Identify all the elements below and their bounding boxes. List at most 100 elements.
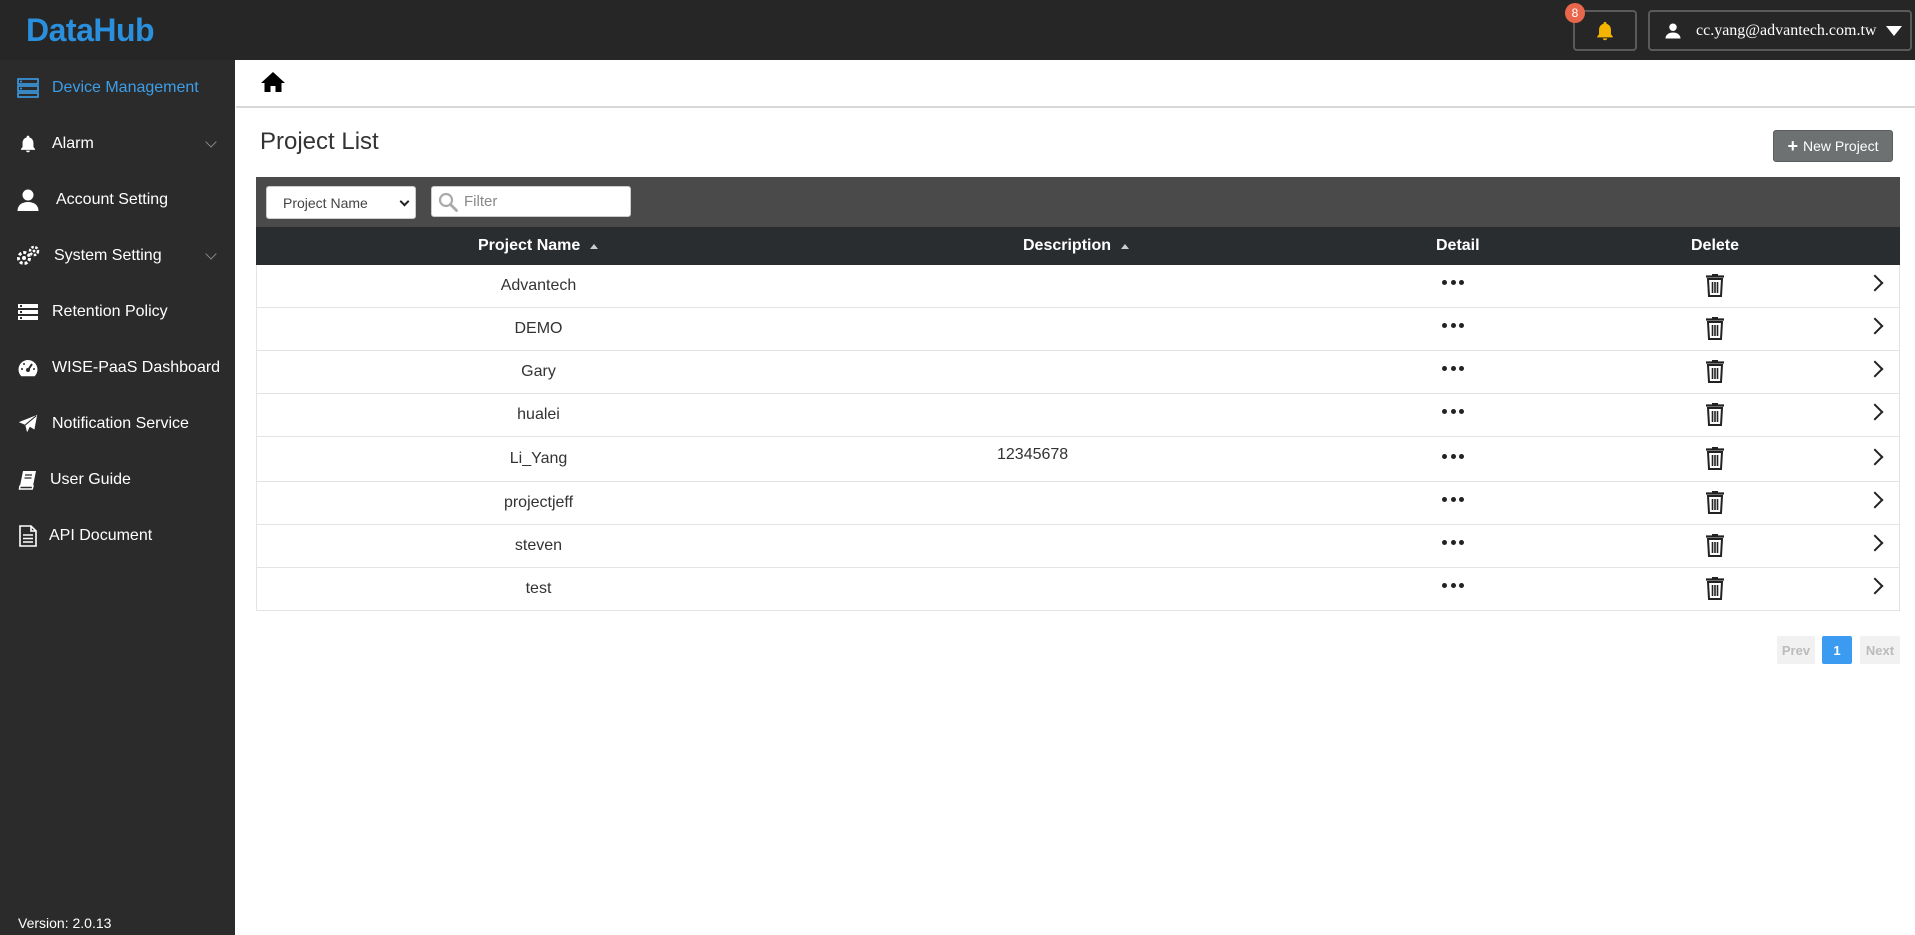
filter-field-value: Project Name (283, 194, 368, 211)
chevron-right-icon[interactable] (1866, 534, 1884, 552)
project-name-cell: Li_Yang (509, 450, 568, 467)
table-header: Project Name Description Detail Delete (256, 227, 1900, 265)
more-icon[interactable] (1442, 580, 1464, 590)
filter-input[interactable] (464, 193, 624, 210)
column-header-label: Description (1023, 237, 1112, 254)
user-icon (16, 188, 40, 212)
sidebar: Device Management Alarm Account Setting … (0, 60, 235, 935)
sidebar-item-system-setting[interactable]: System Setting (0, 228, 235, 284)
column-header-project-name[interactable]: Project Name (478, 237, 599, 255)
sidebar-item-alarm[interactable]: Alarm (0, 116, 235, 172)
column-header-delete: Delete (1691, 237, 1739, 255)
page-title: Project List (260, 128, 379, 155)
bell-icon (16, 132, 40, 156)
table-row[interactable]: hualei (256, 394, 1900, 437)
project-name-cell: steven (514, 537, 563, 554)
more-icon[interactable] (1442, 363, 1464, 373)
plus-icon: + (1787, 136, 1799, 156)
chevron-right-icon[interactable] (1866, 274, 1884, 292)
sidebar-item-label: Account Setting (56, 191, 169, 208)
chevron-down-icon (399, 196, 410, 207)
table-row[interactable]: DEMO (256, 308, 1900, 351)
sidebar-item-label: Device Management (52, 79, 199, 96)
table-row[interactable]: Gary (256, 351, 1900, 394)
sidebar-item-label: Notification Service (52, 415, 189, 432)
search-icon (438, 192, 458, 212)
column-header-description[interactable]: Description (1023, 237, 1130, 255)
table-row[interactable]: Li_Yang 12345678 (256, 437, 1900, 482)
chevron-right-icon[interactable] (1866, 403, 1884, 421)
pagination-prev-button[interactable]: Prev (1777, 636, 1815, 664)
new-project-button[interactable]: + New Project (1773, 130, 1893, 162)
trash-icon[interactable] (1705, 576, 1725, 605)
caret-down-icon (1886, 26, 1902, 36)
user-menu-button[interactable]: cc.yang@advantech.com.tw (1648, 10, 1912, 51)
breadcrumb (236, 60, 1915, 108)
sidebar-item-account-setting[interactable]: Account Setting (0, 172, 235, 228)
paper-plane-icon (16, 412, 40, 436)
sidebar-item-device-management[interactable]: Device Management (0, 60, 235, 116)
table-row[interactable]: projectjeff (256, 482, 1900, 525)
project-name-cell: hualei (517, 406, 560, 423)
table-row[interactable]: Advantech (256, 265, 1900, 308)
pagination-next-button[interactable]: Next (1860, 636, 1900, 664)
notification-count-badge: 8 (1565, 3, 1585, 23)
app-logo[interactable]: DataHub (26, 12, 155, 49)
sidebar-item-user-guide[interactable]: User Guide (0, 452, 235, 508)
sidebar-item-api-document[interactable]: API Document (0, 508, 235, 564)
version-label: Version: 2.0.13 (18, 915, 112, 931)
project-name-cell: Gary (521, 363, 556, 380)
sidebar-item-retention-policy[interactable]: Retention Policy (0, 284, 235, 340)
project-name-cell: Advantech (500, 277, 577, 294)
trash-icon[interactable] (1705, 402, 1725, 431)
chevron-down-icon (205, 248, 217, 260)
chevron-right-icon[interactable] (1866, 577, 1884, 595)
table-body: Advantech DEMO Gary hualei Li_Yang 12345… (256, 265, 1900, 611)
trash-icon[interactable] (1705, 490, 1725, 519)
more-icon[interactable] (1442, 494, 1464, 504)
sidebar-item-wise-paas-dashboard[interactable]: WISE-PaaS Dashboard (0, 340, 235, 396)
filter-input-wrapper[interactable] (431, 186, 631, 217)
project-name-cell: DEMO (514, 320, 563, 337)
column-header-label: Detail (1436, 237, 1480, 254)
table-row[interactable]: steven (256, 525, 1900, 568)
user-icon (1665, 23, 1681, 38)
trash-icon[interactable] (1705, 533, 1725, 562)
book-icon (16, 468, 40, 492)
sidebar-item-label: System Setting (54, 247, 162, 264)
description-cell: 12345678 (997, 446, 1069, 463)
pagination-page-button[interactable]: 1 (1822, 636, 1852, 664)
sidebar-item-notification-service[interactable]: Notification Service (0, 396, 235, 452)
bell-icon (1597, 21, 1613, 40)
column-header-detail: Detail (1436, 237, 1480, 255)
trash-icon[interactable] (1705, 446, 1725, 475)
sidebar-item-label: User Guide (50, 471, 131, 488)
top-bar: DataHub 8 cc.yang@advantech.com.tw (0, 0, 1915, 60)
column-header-label: Delete (1691, 237, 1740, 254)
project-name-cell: projectjeff (503, 494, 574, 511)
chevron-right-icon[interactable] (1866, 360, 1884, 378)
chevron-right-icon[interactable] (1866, 317, 1884, 335)
sidebar-item-label: Retention Policy (52, 303, 168, 320)
chevron-down-icon (205, 136, 217, 148)
server-icon (16, 76, 40, 100)
trash-icon[interactable] (1705, 316, 1725, 345)
project-name-cell: test (525, 580, 552, 597)
trash-icon[interactable] (1705, 273, 1725, 302)
chevron-right-icon[interactable] (1866, 491, 1884, 509)
filter-field-select[interactable]: Project Name (266, 186, 416, 219)
more-icon[interactable] (1442, 320, 1464, 330)
sort-up-icon (590, 243, 599, 249)
home-icon[interactable] (260, 70, 286, 99)
chevron-right-icon[interactable] (1866, 448, 1884, 466)
more-icon[interactable] (1442, 537, 1464, 547)
more-icon[interactable] (1442, 277, 1464, 287)
more-icon[interactable] (1442, 451, 1464, 461)
list-icon (16, 300, 40, 324)
document-icon (16, 524, 40, 548)
gears-icon (16, 244, 40, 268)
filter-bar: Project Name (256, 177, 1900, 227)
more-icon[interactable] (1442, 406, 1464, 416)
trash-icon[interactable] (1705, 359, 1725, 388)
table-row[interactable]: test (256, 568, 1900, 611)
